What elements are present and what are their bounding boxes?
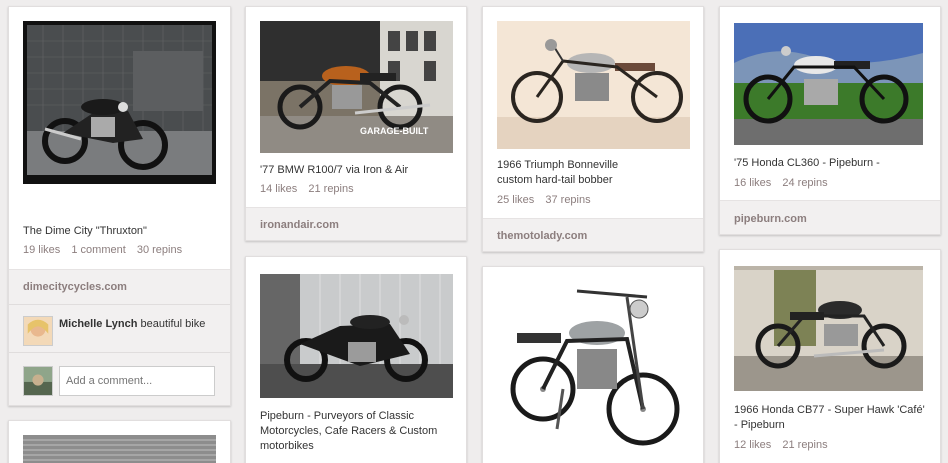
pin-image[interactable] bbox=[260, 274, 453, 398]
pin-card[interactable]: '75 Honda CL360 - Pipeburn - 16 likes 24… bbox=[719, 6, 941, 235]
user-photo bbox=[24, 317, 52, 345]
likes-count: 12 likes bbox=[734, 439, 772, 451]
add-comment-row bbox=[9, 352, 230, 405]
comments-count: 1 comment bbox=[71, 244, 126, 256]
pin-card[interactable]: 1966 Triumph Bonneville custom hard-tail… bbox=[482, 6, 704, 252]
comment-text: Michelle Lynch beautiful bike bbox=[59, 317, 205, 331]
motorcycle-photo bbox=[734, 266, 923, 391]
pin-description: The Dime City "Thruxton" bbox=[23, 225, 147, 237]
pin-card[interactable]: GARAGE-BUILT '77 BMW R100/7 via Iron & A… bbox=[245, 6, 467, 241]
pin-description: 1966 Triumph Bonneville custom hard-tail… bbox=[497, 159, 619, 186]
pin-card[interactable]: 1966 Honda CB77 - Super Hawk 'Café' - Pi… bbox=[719, 249, 941, 463]
comment-body: beautiful bike bbox=[140, 318, 206, 330]
likes-count: 25 likes bbox=[497, 194, 535, 206]
motorcycle-photo bbox=[497, 21, 690, 149]
pin-card[interactable]: The Dime City "Thruxton" 19 likes 1 comm… bbox=[8, 6, 231, 406]
image-caption: GARAGE-BUILT bbox=[360, 126, 429, 136]
likes-count: 16 likes bbox=[734, 177, 772, 189]
comment-author[interactable]: Michelle Lynch bbox=[59, 318, 137, 330]
comment: Michelle Lynch beautiful bike bbox=[9, 304, 230, 352]
pin-description: '77 BMW R100/7 via Iron & Air bbox=[260, 164, 409, 176]
likes-count: 14 likes bbox=[260, 183, 298, 195]
pin-stats: 16 likes 24 repins bbox=[734, 177, 828, 189]
motorcycle-photo bbox=[734, 23, 923, 145]
pin-image[interactable] bbox=[734, 23, 923, 145]
pin-image[interactable] bbox=[23, 435, 216, 463]
pin-description: '75 Honda CL360 - Pipeburn - bbox=[734, 157, 880, 169]
repins-count: 30 repins bbox=[136, 244, 183, 256]
pin-source-link[interactable]: ironandair.com bbox=[246, 207, 466, 240]
pin-stats: 19 likes 1 comment 30 repins bbox=[23, 244, 182, 256]
pin-card[interactable] bbox=[8, 420, 231, 463]
pin-source-link[interactable]: pipeburn.com bbox=[720, 200, 940, 234]
repins-count: 37 repins bbox=[545, 194, 591, 206]
pin-image[interactable] bbox=[497, 279, 690, 454]
pin-image[interactable]: GARAGE-BUILT bbox=[260, 21, 453, 153]
repins-count: 24 repins bbox=[782, 177, 828, 189]
user-photo bbox=[24, 367, 52, 395]
pin-stats: 12 likes 21 repins bbox=[734, 439, 828, 451]
avatar[interactable] bbox=[23, 316, 53, 346]
add-comment-input[interactable] bbox=[59, 366, 215, 396]
likes-count: 19 likes bbox=[23, 244, 61, 256]
motorcycle-photo bbox=[497, 279, 690, 454]
motorcycle-photo bbox=[260, 274, 453, 398]
pin-image[interactable] bbox=[734, 266, 923, 391]
pin-description: Pipeburn - Purveyors of Classic Motorcyc… bbox=[260, 410, 438, 452]
motorcycle-photo bbox=[23, 435, 216, 463]
pin-stats: 25 likes 37 repins bbox=[497, 194, 591, 206]
pin-stats: 14 likes 21 repins bbox=[260, 183, 354, 195]
pin-source-link[interactable]: dimecitycycles.com bbox=[9, 269, 230, 304]
pin-image[interactable] bbox=[23, 21, 216, 184]
pin-card[interactable] bbox=[482, 266, 704, 463]
motorcycle-photo: GARAGE-BUILT bbox=[260, 21, 453, 153]
pin-card[interactable]: Pipeburn - Purveyors of Classic Motorcyc… bbox=[245, 256, 467, 463]
avatar bbox=[23, 366, 53, 396]
pin-image[interactable] bbox=[497, 21, 690, 149]
repins-count: 21 repins bbox=[782, 439, 828, 451]
pin-source-link[interactable]: themotolady.com bbox=[483, 218, 703, 251]
repins-count: 21 repins bbox=[308, 183, 354, 195]
pin-description: 1966 Honda CB77 - Super Hawk 'Café' - Pi… bbox=[734, 404, 925, 431]
motorcycle-photo bbox=[23, 21, 216, 184]
